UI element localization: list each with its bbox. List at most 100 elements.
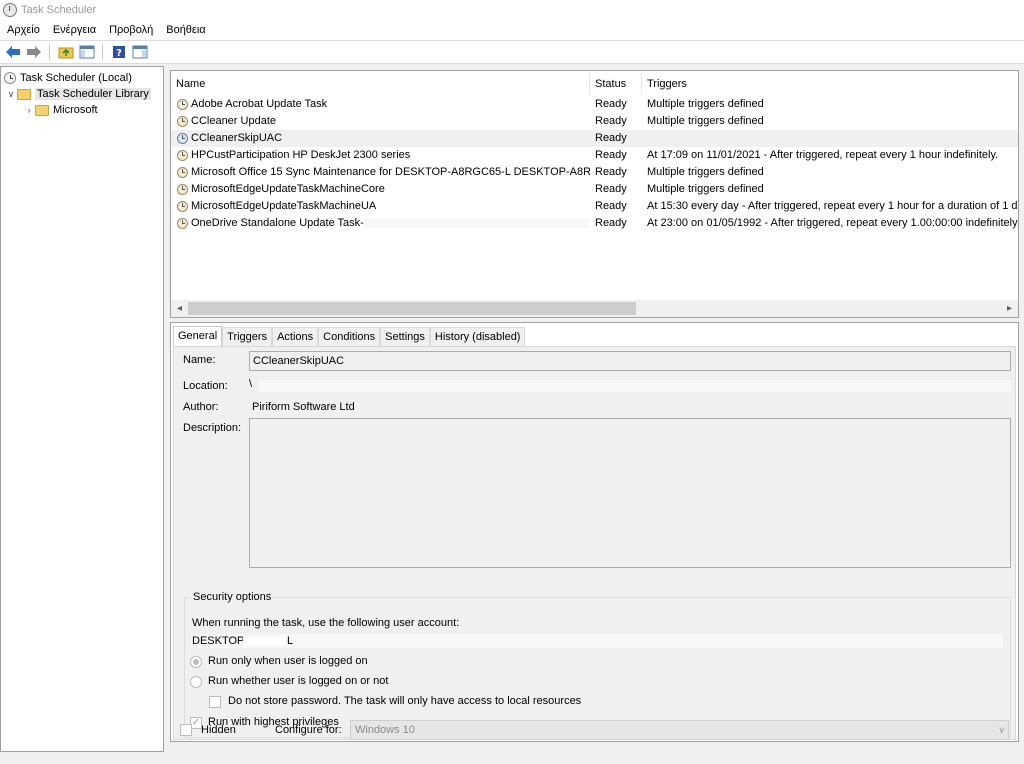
- account-suffix: L: [287, 635, 294, 647]
- task-scheduler-clock-icon: [4, 72, 16, 84]
- user-account-field: [191, 634, 1003, 648]
- security-options-group: Security options When running the task, …: [184, 591, 1011, 738]
- help-icon[interactable]: ?: [109, 43, 128, 62]
- task-status: Ready: [595, 132, 627, 144]
- redacted-region: [363, 219, 589, 228]
- task-icon: [177, 218, 188, 229]
- tree-item-label: Microsoft: [53, 104, 98, 116]
- task-name: MicrosoftEdgeUpdateTaskMachineCore: [191, 183, 385, 195]
- back-icon[interactable]: [3, 43, 22, 62]
- chevron-down-icon[interactable]: ∨: [5, 89, 17, 100]
- menu-view[interactable]: Προβολή: [102, 24, 159, 36]
- table-row[interactable]: CCleaner Update Ready Multiple triggers …: [171, 113, 1018, 130]
- task-triggers: Multiple triggers defined: [647, 115, 764, 127]
- task-triggers: At 15:30 every day - After triggered, re…: [647, 200, 1018, 212]
- configure-for-value: Windows 10: [355, 724, 415, 736]
- window-title: Task Scheduler: [21, 4, 97, 16]
- hidden-label: Hidden: [201, 724, 236, 736]
- account-prompt: When running the task, use the following…: [192, 617, 460, 629]
- account-prefix: DESKTOP-: [192, 635, 249, 647]
- column-header-status[interactable]: Status: [590, 73, 642, 95]
- up-folder-icon[interactable]: [56, 43, 75, 62]
- security-options-title: Security options: [191, 591, 274, 603]
- task-name: OneDrive Standalone Update Task-: [191, 217, 364, 229]
- scroll-left-icon[interactable]: ◂: [171, 300, 188, 317]
- menu-action[interactable]: Ενέργεια: [46, 24, 102, 36]
- title-bar: Task Scheduler: [0, 0, 1024, 20]
- name-field[interactable]: CCleanerSkipUAC: [249, 351, 1011, 371]
- table-row[interactable]: Microsoft Office 15 Sync Maintenance for…: [171, 164, 1018, 181]
- horizontal-scrollbar[interactable]: ◂ ▸: [171, 300, 1018, 317]
- radio-whether-logged-on[interactable]: [190, 676, 202, 688]
- table-row-selected[interactable]: CCleanerSkipUAC Ready: [171, 130, 1018, 147]
- do-not-store-password-label: Do not store password. The task will onl…: [228, 695, 582, 707]
- tree-item-label: Task Scheduler Library: [35, 88, 151, 100]
- show-hide-tree-icon[interactable]: [77, 43, 96, 62]
- table-row[interactable]: MicrosoftEdgeUpdateTaskMachineCore Ready…: [171, 181, 1018, 198]
- folder-icon: [35, 104, 49, 116]
- task-icon: [177, 167, 188, 178]
- task-name: Microsoft Office 15 Sync Maintenance for…: [191, 166, 590, 178]
- task-status: Ready: [595, 183, 627, 195]
- table-row[interactable]: MicrosoftEdgeUpdateTaskMachineUA Ready A…: [171, 198, 1018, 215]
- task-name: Adobe Acrobat Update Task: [191, 98, 328, 110]
- column-header-name[interactable]: Name: [171, 73, 590, 95]
- task-triggers: At 23:00 on 01/05/1992 - After triggered…: [647, 217, 1018, 229]
- menu-bar: Αρχείο Ενέργεια Προβολή Βοήθεια: [0, 20, 1024, 40]
- tree-item-local[interactable]: Task Scheduler (Local): [4, 70, 132, 86]
- tree-item-microsoft[interactable]: › Microsoft: [23, 102, 98, 118]
- menu-help[interactable]: Βοήθεια: [159, 24, 211, 36]
- task-status: Ready: [595, 149, 627, 161]
- task-properties-pane: General Triggers Actions Conditions Sett…: [170, 322, 1019, 742]
- scrollbar-thumb[interactable]: [188, 302, 636, 315]
- table-row[interactable]: HPCustParticipation HP DeskJet 2300 seri…: [171, 147, 1018, 164]
- list-header: Name Status Triggers: [171, 73, 1018, 95]
- task-triggers: Multiple triggers defined: [647, 183, 764, 195]
- task-icon: [177, 201, 188, 212]
- checkbox-hidden[interactable]: [180, 724, 192, 736]
- location-label: Location:: [183, 380, 228, 392]
- tab-settings[interactable]: Settings: [380, 327, 430, 346]
- location-value: \: [249, 378, 253, 390]
- location-readonly-field: [258, 380, 1011, 392]
- forward-icon[interactable]: [24, 43, 43, 62]
- table-row[interactable]: Adobe Acrobat Update Task Ready Multiple…: [171, 96, 1018, 113]
- task-status: Ready: [595, 200, 627, 212]
- task-triggers: [647, 130, 1018, 147]
- task-status: Ready: [595, 217, 627, 229]
- checkbox-do-not-store-password[interactable]: [209, 696, 221, 708]
- menu-file[interactable]: Αρχείο: [0, 24, 46, 36]
- scroll-right-icon[interactable]: ▸: [1001, 300, 1018, 317]
- task-status: Ready: [595, 115, 627, 127]
- tab-triggers[interactable]: Triggers: [222, 327, 273, 346]
- task-name: HPCustParticipation HP DeskJet 2300 seri…: [191, 149, 411, 161]
- svg-text:?: ?: [116, 48, 122, 59]
- tab-conditions[interactable]: Conditions: [318, 327, 381, 346]
- tab-history[interactable]: History (disabled): [429, 327, 526, 346]
- description-field[interactable]: [249, 418, 1011, 568]
- general-tab-content: Name: CCleanerSkipUAC Location: \ Author…: [173, 346, 1016, 740]
- tab-general[interactable]: General: [173, 326, 223, 347]
- toolbar: ?: [0, 40, 1024, 64]
- tab-strip: General Triggers Actions Conditions Sett…: [173, 326, 526, 347]
- task-icon: [177, 133, 188, 144]
- show-hide-action-pane-icon[interactable]: [130, 43, 149, 62]
- table-row[interactable]: OneDrive Standalone Update Task- Ready A…: [171, 215, 1018, 232]
- chevron-right-icon[interactable]: ›: [23, 105, 35, 115]
- configure-for-select[interactable]: Windows 10 ∨: [350, 720, 1009, 740]
- console-tree[interactable]: Task Scheduler (Local) ∨ Task Scheduler …: [0, 66, 164, 752]
- task-triggers: At 17:09 on 11/01/2021 - After triggered…: [647, 149, 999, 161]
- task-name: MicrosoftEdgeUpdateTaskMachineUA: [191, 200, 377, 212]
- task-name: CCleanerSkipUAC: [191, 132, 283, 144]
- folder-clock-icon: [17, 88, 31, 100]
- tab-actions[interactable]: Actions: [272, 327, 319, 346]
- task-triggers: Multiple triggers defined: [647, 166, 764, 178]
- task-list[interactable]: Name Status Triggers Adobe Acrobat Updat…: [170, 70, 1019, 318]
- task-icon: [177, 150, 188, 161]
- list-body: Adobe Acrobat Update Task Ready Multiple…: [171, 96, 1018, 232]
- tree-item-library[interactable]: ∨ Task Scheduler Library: [5, 86, 151, 102]
- task-triggers: Multiple triggers defined: [647, 98, 764, 110]
- column-header-triggers[interactable]: Triggers: [642, 73, 1018, 95]
- name-label: Name:: [183, 354, 216, 366]
- radio-logged-on[interactable]: [190, 656, 202, 668]
